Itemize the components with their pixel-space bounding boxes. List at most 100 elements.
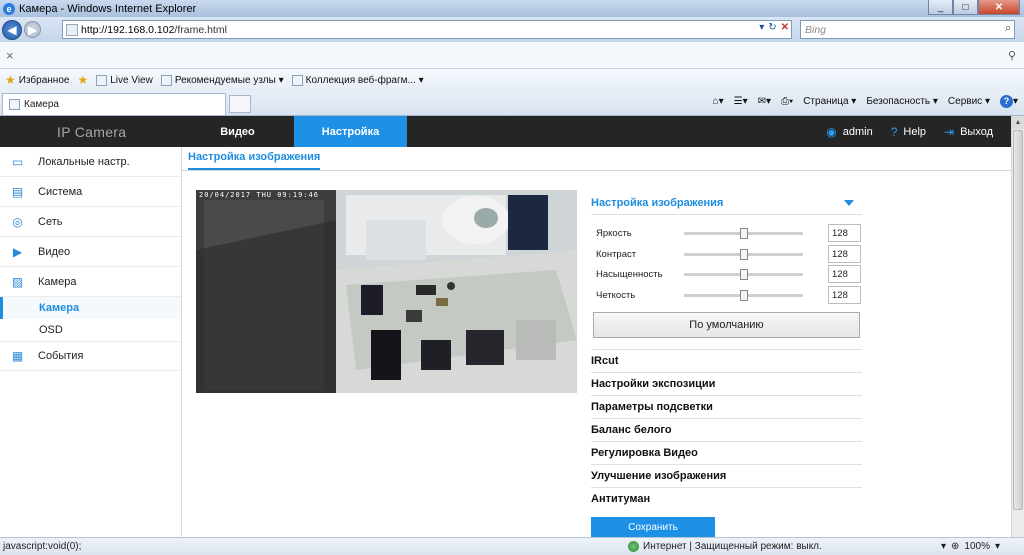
home-icon[interactable]: ⌂▾ — [713, 96, 724, 107]
zone-text: Интернет | Защищенный режим: выкл. — [643, 541, 822, 552]
ie-logo-icon: e — [3, 2, 15, 15]
sidebar-item-video[interactable]: ▶ Видео — [0, 237, 181, 267]
dropdown-arrow-icon[interactable]: ▾ — [759, 22, 764, 33]
page-scrollbar[interactable]: ▲ — [1011, 116, 1024, 537]
brightness-slider[interactable] — [684, 227, 803, 239]
info-bar: × ⚲ — [0, 42, 1024, 69]
saturation-slider[interactable] — [684, 268, 803, 280]
search-input[interactable]: Bing ⌕ — [800, 20, 1015, 39]
sharpness-label: Четкость — [596, 289, 636, 301]
close-bar-icon[interactable]: × — [6, 48, 14, 63]
address-url[interactable]: http://192.168.0.102/frame.html — [81, 24, 227, 36]
print-icon[interactable]: ⎙▾ — [781, 96, 793, 107]
contrast-value-input[interactable]: 128 — [828, 245, 861, 263]
system-icon: ▤ — [11, 184, 24, 199]
sidebar-item-label: Камера — [38, 275, 77, 288]
nav-setup[interactable]: Настройка — [294, 116, 407, 147]
back-button[interactable]: ◀ — [2, 19, 22, 40]
sidebar-item-label: События — [38, 350, 84, 362]
close-window-button[interactable]: ✕ — [978, 0, 1020, 15]
favorites-button[interactable]: ★ Избранное — [5, 73, 69, 87]
image-settings-panel: Настройка изображения Яркость 128 Контра… — [591, 191, 862, 505]
contrast-row: Контраст 128 — [596, 245, 861, 263]
tab-image-settings[interactable]: Настройка изображения — [188, 151, 321, 170]
forward-button[interactable]: ▶ — [24, 21, 41, 38]
sidebar-item-events[interactable]: ▦ События — [0, 341, 181, 371]
section-ircut[interactable]: IRcut — [591, 349, 862, 372]
camera-preview: 20/04/2017 THU 09:19:46 — [196, 190, 577, 393]
brightness-slider-knob[interactable] — [739, 227, 748, 239]
add-favorites-button[interactable]: ★ — [77, 73, 88, 87]
maximize-button[interactable]: □ — [953, 0, 978, 15]
status-bar: javascript:void(0); Интернет | Защищенны… — [0, 537, 1024, 555]
camera-web-app: IP Camera Видео Настройка ◉ admin ? Help ⇥… — [0, 116, 1011, 538]
events-icon: ▦ — [11, 349, 24, 363]
help-link[interactable]: ? Help — [891, 125, 926, 139]
section-video-adjust[interactable]: Регулировка Видео — [591, 441, 862, 464]
zoom-dropdown-icon: ▾ — [994, 541, 1000, 552]
contrast-slider[interactable] — [684, 248, 803, 260]
add-favorite-icon: ★ — [77, 73, 89, 87]
saturation-value-input[interactable]: 128 — [828, 265, 861, 283]
sidebar-subitem-camera[interactable]: Камера — [0, 297, 181, 319]
page-menu[interactable]: Страница ▾ — [803, 96, 856, 107]
sidebar-item-label: Система — [38, 185, 83, 198]
section-defog[interactable]: Антитуман — [591, 487, 862, 510]
browser-tab[interactable]: Камера — [2, 93, 226, 115]
mail-icon[interactable]: ✉▾ — [758, 96, 771, 107]
search-icon[interactable]: ⌕ — [1005, 22, 1011, 35]
stop-icon[interactable]: ✕ — [781, 22, 789, 33]
fav-live-view[interactable]: Live View — [96, 74, 153, 86]
favorites-star-icon: ★ — [5, 73, 16, 87]
search-placeholder: Bing — [805, 23, 827, 36]
suggested-sites-icon — [160, 74, 172, 86]
minimize-button[interactable]: _ — [928, 0, 953, 15]
help-menu[interactable]: ? ▾ — [999, 95, 1018, 108]
panel-title: Настройка изображения — [591, 196, 724, 209]
save-button[interactable]: Сохранить — [591, 517, 715, 538]
logout-icon: ⇥ — [944, 124, 955, 139]
sharpness-slider-knob[interactable] — [739, 289, 748, 301]
nav-video[interactable]: Видео — [181, 116, 294, 147]
contrast-label: Контраст — [596, 248, 637, 260]
address-bar[interactable]: http://192.168.0.102/frame.html ▾ ↻ ✕ — [62, 20, 792, 39]
sidebar-item-system[interactable]: ▤ Система — [0, 177, 181, 207]
help-icon: ? — [999, 95, 1013, 108]
sidebar-item-label: Видео — [38, 245, 71, 258]
security-zone[interactable]: Интернет | Защищенный режим: выкл. — [628, 541, 822, 552]
sharpness-value-input[interactable]: 128 — [828, 286, 861, 304]
video-icon: ▶ — [12, 244, 23, 259]
new-tab-button[interactable] — [229, 95, 251, 113]
tools-menu[interactable]: Сервис ▾ — [948, 96, 990, 107]
section-image-enhance[interactable]: Улучшение изображения — [591, 464, 862, 487]
saturation-row: Насыщенность 128 — [596, 265, 861, 283]
zoom-control[interactable]: ▾ ⊕ 100% ▾ — [941, 541, 1000, 552]
sidebar-subitem-osd[interactable]: OSD — [0, 319, 181, 341]
fav-suggested-sites[interactable]: Рекомендуемые узлы ▾ — [160, 74, 284, 86]
scroll-thumb[interactable] — [1013, 130, 1023, 510]
fav-web-slices[interactable]: Коллекция веб-фрагм... ▾ — [291, 74, 424, 86]
safety-menu[interactable]: Безопасность ▾ — [866, 96, 938, 107]
sidebar-item-local[interactable]: ▭ Локальные настр. — [0, 147, 181, 177]
refresh-icon[interactable]: ↻ — [768, 22, 776, 33]
scroll-up-icon[interactable]: ▲ — [1012, 116, 1024, 129]
section-backlight[interactable]: Параметры подсветки — [591, 395, 862, 418]
user-account[interactable]: ◉ admin — [826, 125, 872, 139]
logout-link[interactable]: ⇥ Выход — [944, 125, 993, 139]
default-button[interactable]: По умолчанию — [593, 312, 860, 338]
sidebar-item-network[interactable]: ◎ Сеть — [0, 207, 181, 237]
saturation-slider-knob[interactable] — [739, 268, 748, 280]
collapse-triangle-icon[interactable] — [844, 199, 854, 206]
wrench-icon[interactable]: ⚲ — [1008, 49, 1016, 62]
feeds-icon[interactable]: ☰▾ — [734, 96, 748, 107]
sidebar-item-camera[interactable]: ▨ Камера — [0, 267, 181, 297]
monitor-icon: ▭ — [11, 154, 24, 169]
contrast-slider-knob[interactable] — [739, 248, 748, 260]
brightness-value-input[interactable]: 128 — [828, 224, 861, 242]
section-white-balance[interactable]: Баланс белого — [591, 418, 862, 441]
sharpness-slider[interactable] — [684, 289, 803, 301]
section-exposure[interactable]: Настройки экспозиции — [591, 372, 862, 395]
window-controls: _ □ ✕ — [928, 0, 1020, 15]
user-icon: ◉ — [826, 124, 837, 139]
panel-header[interactable]: Настройка изображения — [591, 191, 862, 215]
